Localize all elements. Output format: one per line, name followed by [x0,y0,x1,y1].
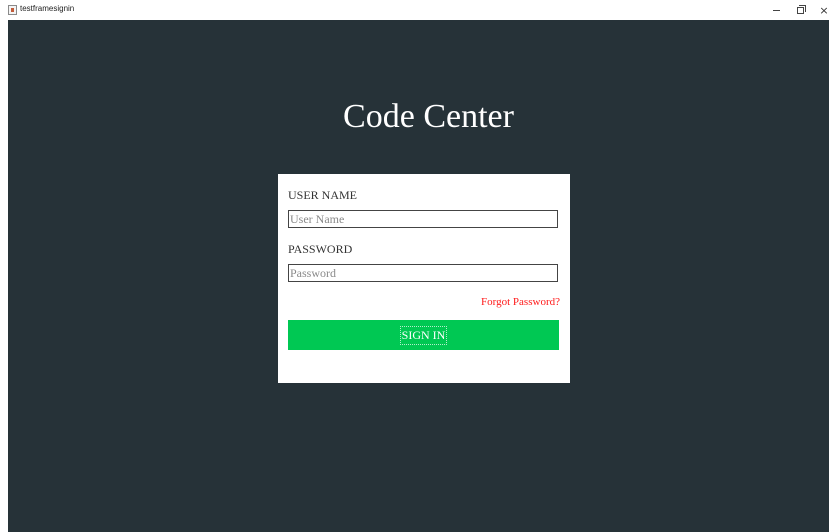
password-label: PASSWORD [288,242,353,256]
title-bar[interactable]: testframesignin × [0,0,829,20]
minimize-button[interactable] [767,2,785,18]
minimize-icon [772,9,780,11]
maximize-button[interactable] [791,2,809,18]
username-field[interactable] [288,210,558,228]
main-panel: Code Center USER NAME PASSWORD Forgot Pa… [8,20,829,532]
java-app-icon [8,5,17,15]
password-field[interactable] [288,264,558,282]
app-window: testframesignin × Code Center USER NAME … [0,0,829,532]
page-title: Code Center [343,98,514,135]
sign-in-button[interactable]: SIGN IN [288,320,559,350]
maximize-icon [796,4,806,14]
username-label: USER NAME [288,188,358,202]
window-title: testframesignin [20,4,75,13]
sign-in-label: SIGN IN [399,325,448,345]
login-card: USER NAME PASSWORD Forgot Password? SIGN… [278,174,570,383]
close-icon: × [819,3,829,17]
forgot-password-link[interactable]: Forgot Password? [481,296,560,308]
close-button[interactable]: × [815,2,829,18]
